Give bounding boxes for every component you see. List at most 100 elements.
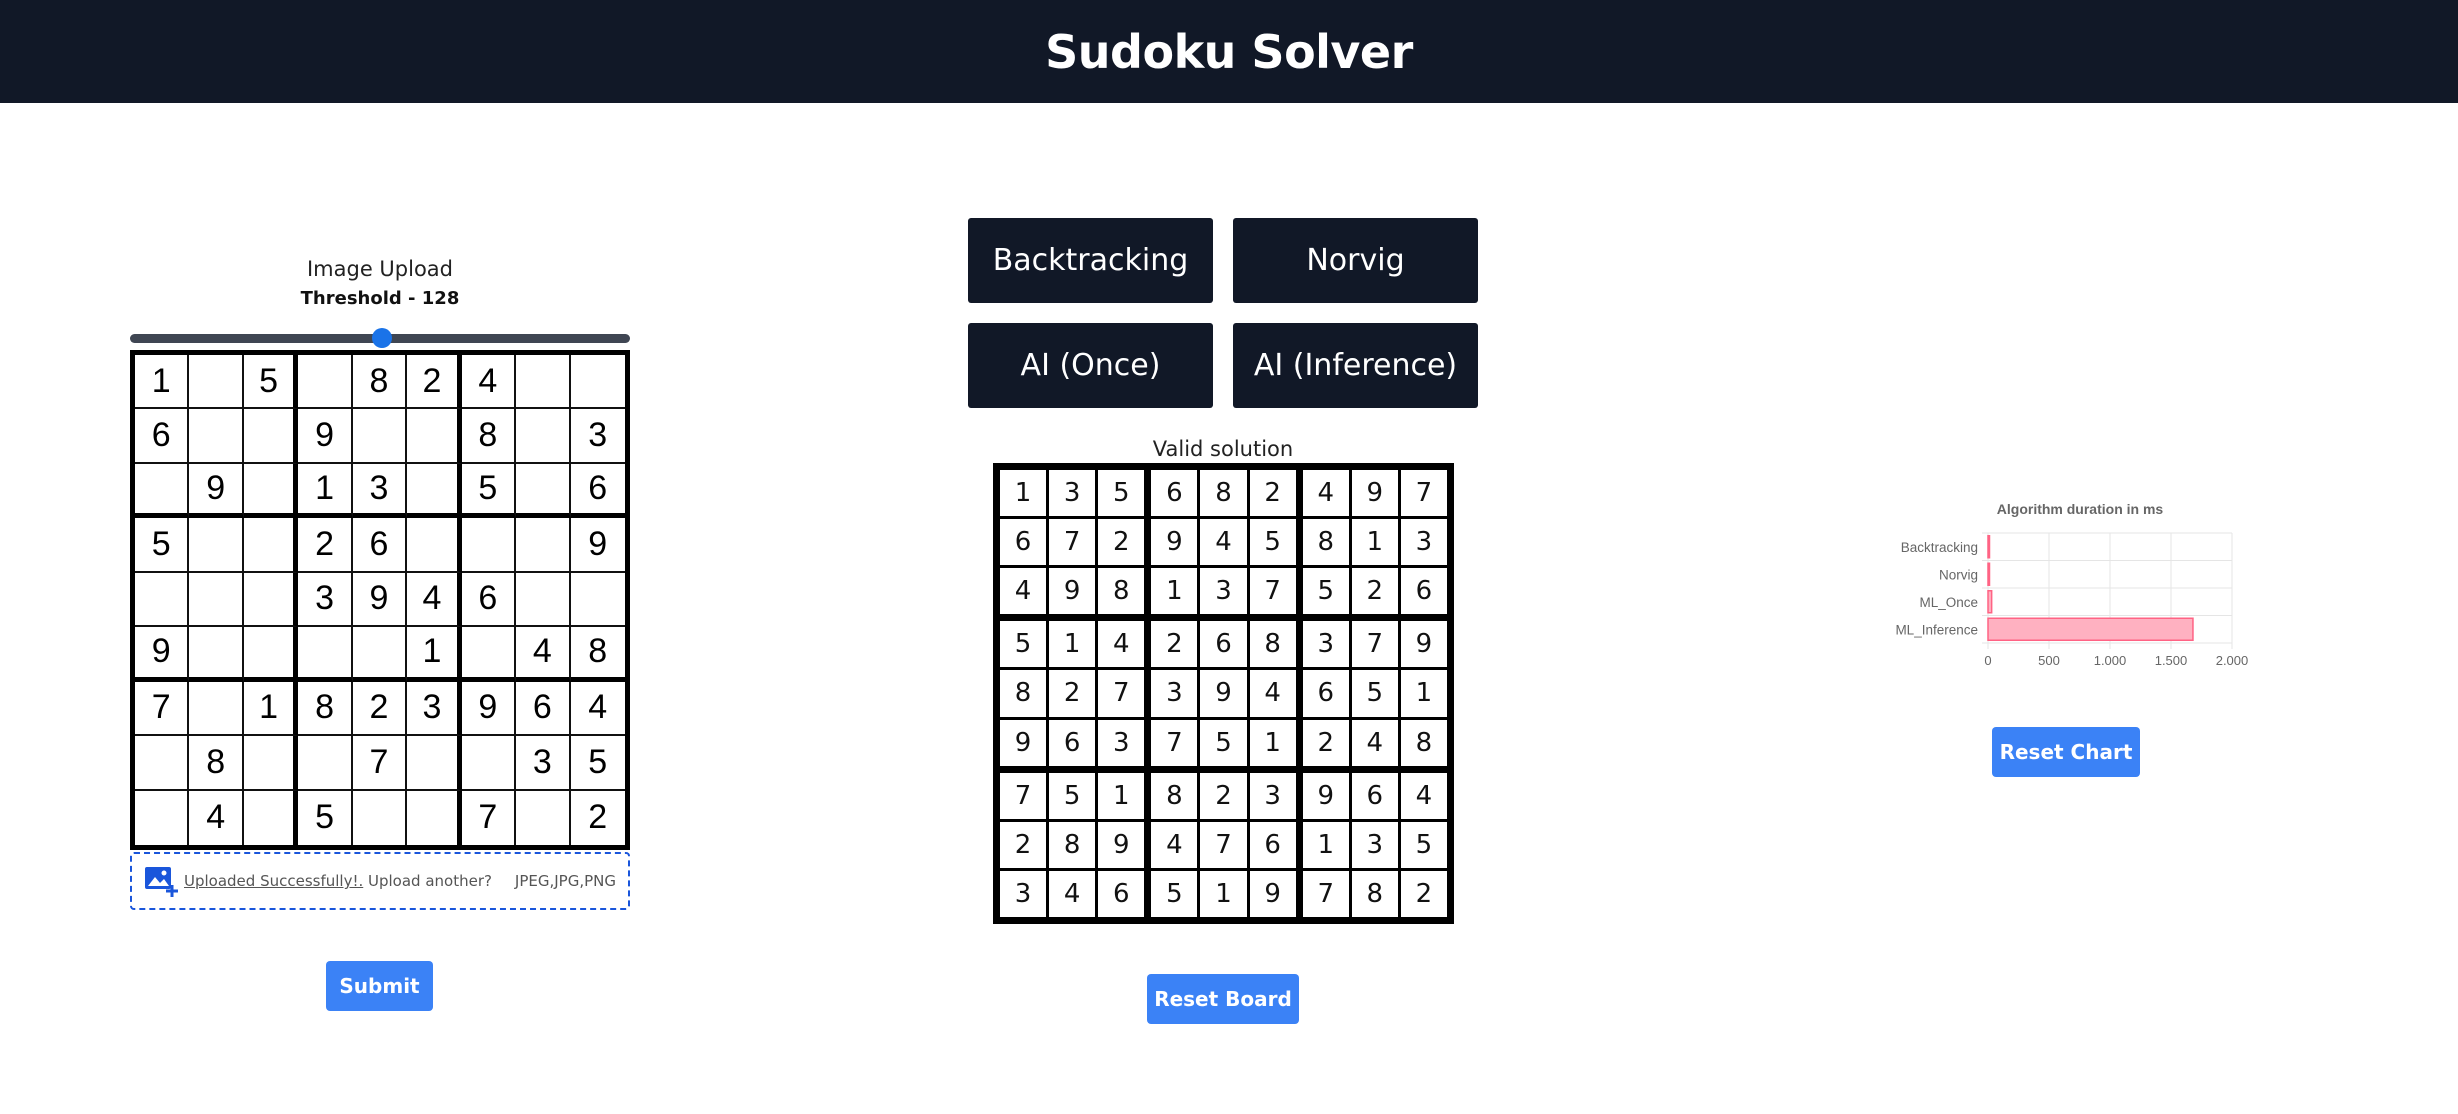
- solution-cell[interactable]: 4: [1400, 772, 1447, 819]
- solution-cell[interactable]: 2: [1200, 772, 1247, 819]
- solution-cell[interactable]: 8: [1302, 519, 1349, 566]
- solution-cell[interactable]: 6: [1049, 719, 1096, 766]
- solution-cell[interactable]: 8: [1049, 821, 1096, 868]
- solution-cell[interactable]: 4: [1351, 719, 1398, 766]
- solution-cell[interactable]: 6: [1302, 670, 1349, 717]
- solution-cell[interactable]: 9: [1098, 821, 1145, 868]
- solution-cell[interactable]: 8: [1098, 568, 1145, 615]
- solution-cell[interactable]: 2: [1302, 719, 1349, 766]
- solution-cell[interactable]: 7: [1098, 670, 1145, 717]
- solution-cell[interactable]: 3: [1400, 519, 1447, 566]
- solution-cell[interactable]: 6: [1098, 870, 1145, 917]
- solution-cell[interactable]: 6: [1351, 772, 1398, 819]
- solution-cell[interactable]: 4: [1098, 621, 1145, 668]
- solution-cell[interactable]: 6: [1200, 621, 1247, 668]
- solution-cell[interactable]: 4: [1049, 870, 1096, 917]
- solution-cell[interactable]: 9: [1351, 470, 1398, 517]
- solution-cell[interactable]: 8: [1400, 719, 1447, 766]
- solution-cell[interactable]: 8: [1000, 670, 1047, 717]
- solution-cell[interactable]: 2: [1249, 470, 1296, 517]
- solution-cell[interactable]: 4: [1249, 670, 1296, 717]
- solution-cell[interactable]: 2: [1151, 621, 1198, 668]
- solution-cell[interactable]: 5: [1000, 621, 1047, 668]
- solution-cell[interactable]: 3: [1049, 470, 1096, 517]
- solution-cell[interactable]: 2: [1049, 670, 1096, 717]
- solution-cell[interactable]: 4: [1302, 470, 1349, 517]
- solution-cell[interactable]: 9: [1200, 670, 1247, 717]
- solution-cell[interactable]: 5: [1098, 470, 1145, 517]
- solution-cell[interactable]: 2: [1400, 870, 1447, 917]
- reset-chart-button[interactable]: Reset Chart: [1992, 727, 2140, 777]
- solution-cell[interactable]: 5: [1151, 870, 1198, 917]
- submit-button[interactable]: Submit: [326, 961, 433, 1011]
- chart-bar: [1987, 562, 1991, 586]
- solution-cell[interactable]: 5: [1200, 719, 1247, 766]
- solution-cell[interactable]: 1: [1098, 772, 1145, 819]
- solution-cell[interactable]: 8: [1200, 470, 1247, 517]
- solution-cell[interactable]: 9: [1049, 568, 1096, 615]
- solution-cell[interactable]: 4: [1200, 519, 1247, 566]
- solution-cell[interactable]: 3: [1351, 821, 1398, 868]
- image-cell: 3: [407, 681, 462, 737]
- solution-cell[interactable]: 1: [1200, 870, 1247, 917]
- ai-inference-button[interactable]: AI (Inference): [1233, 323, 1478, 408]
- norvig-button[interactable]: Norvig: [1233, 218, 1478, 303]
- solution-cell[interactable]: 6: [1000, 519, 1047, 566]
- solution-cell[interactable]: 6: [1249, 821, 1296, 868]
- solution-cell[interactable]: 5: [1351, 670, 1398, 717]
- solution-cell[interactable]: 8: [1249, 621, 1296, 668]
- solution-cell[interactable]: 3: [1098, 719, 1145, 766]
- solution-cell[interactable]: 2: [1351, 568, 1398, 615]
- chart-bar: [1987, 535, 1991, 559]
- solution-cell[interactable]: 3: [1200, 568, 1247, 615]
- solution-cell[interactable]: 1: [1249, 719, 1296, 766]
- solution-cell[interactable]: 9: [1249, 870, 1296, 917]
- solution-cell[interactable]: 2: [1000, 821, 1047, 868]
- solution-cell[interactable]: 2: [1098, 519, 1145, 566]
- solution-cell[interactable]: 7: [1400, 470, 1447, 517]
- image-cell: [298, 355, 353, 410]
- threshold-slider-thumb[interactable]: [372, 328, 392, 348]
- solution-cell[interactable]: 7: [1049, 519, 1096, 566]
- solution-cell[interactable]: 7: [1351, 621, 1398, 668]
- solution-cell[interactable]: 5: [1302, 568, 1349, 615]
- solution-cell[interactable]: 7: [1200, 821, 1247, 868]
- solution-cell[interactable]: 4: [1000, 568, 1047, 615]
- solution-cell[interactable]: 1: [1049, 621, 1096, 668]
- solution-cell[interactable]: 8: [1151, 772, 1198, 819]
- file-dropzone[interactable]: Uploaded Successfully!. Upload another? …: [130, 852, 630, 910]
- solution-cell[interactable]: 3: [1249, 772, 1296, 819]
- solution-cell[interactable]: 1: [1000, 470, 1047, 517]
- upload-another-text[interactable]: Upload another?: [363, 872, 492, 890]
- solution-cell[interactable]: 9: [1302, 772, 1349, 819]
- solution-cell[interactable]: 5: [1249, 519, 1296, 566]
- solution-cell[interactable]: 7: [1302, 870, 1349, 917]
- solution-cell[interactable]: 7: [1000, 772, 1047, 819]
- ai-once-button[interactable]: AI (Once): [968, 323, 1213, 408]
- chart-category-label: ML_Once: [1919, 595, 1978, 610]
- solution-cell[interactable]: 6: [1151, 470, 1198, 517]
- solution-cell[interactable]: 1: [1351, 519, 1398, 566]
- image-cell: [243, 736, 299, 791]
- solution-cell[interactable]: 9: [1151, 519, 1198, 566]
- solution-cell[interactable]: 5: [1049, 772, 1096, 819]
- solution-cell[interactable]: 5: [1400, 821, 1447, 868]
- reset-board-button[interactable]: Reset Board: [1147, 974, 1299, 1024]
- image-cell: [135, 463, 190, 519]
- solution-cell[interactable]: 3: [1000, 870, 1047, 917]
- backtracking-button[interactable]: Backtracking: [968, 218, 1213, 303]
- upload-status[interactable]: Uploaded Successfully!.: [184, 872, 363, 890]
- solution-cell[interactable]: 1: [1151, 568, 1198, 615]
- solution-cell[interactable]: 7: [1249, 568, 1296, 615]
- solution-cell[interactable]: 9: [1000, 719, 1047, 766]
- solution-cell[interactable]: 7: [1151, 719, 1198, 766]
- solution-cell[interactable]: 1: [1400, 670, 1447, 717]
- solution-cell[interactable]: 3: [1302, 621, 1349, 668]
- solution-cell[interactable]: 9: [1400, 621, 1447, 668]
- solution-cell[interactable]: 1: [1302, 821, 1349, 868]
- image-cell: [298, 627, 353, 682]
- solution-cell[interactable]: 3: [1151, 670, 1198, 717]
- solution-cell[interactable]: 4: [1151, 821, 1198, 868]
- solution-cell[interactable]: 6: [1400, 568, 1447, 615]
- solution-cell[interactable]: 8: [1351, 870, 1398, 917]
